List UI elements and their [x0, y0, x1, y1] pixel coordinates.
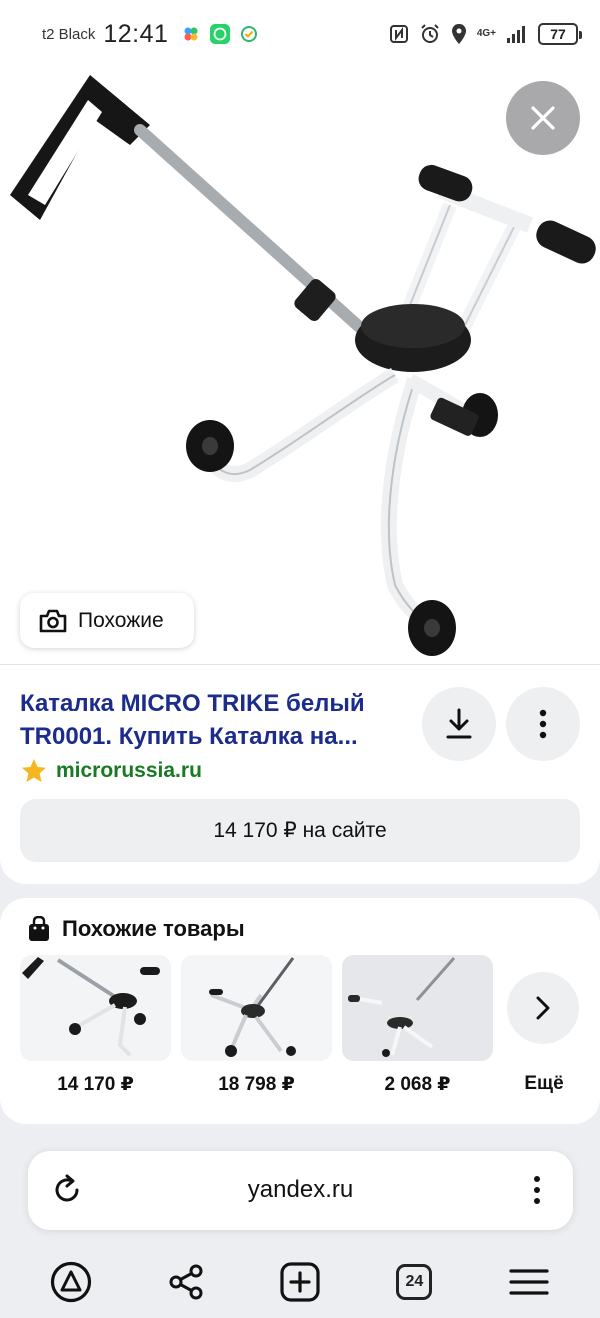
star-icon — [22, 759, 46, 782]
tabs-count: 24 — [396, 1264, 433, 1300]
chevron-right-icon — [536, 996, 550, 1020]
show-more-label[interactable]: Ещё — [505, 1073, 583, 1095]
alarm-icon — [421, 24, 439, 43]
similar-products-section: Похожие товары 14 170 ₽ 18 798 ₽ 2 068 ₽… — [0, 898, 600, 1124]
similar-button-label: Похожие — [78, 608, 164, 632]
url-text[interactable]: yandex.ru — [28, 1176, 573, 1204]
nfc-icon — [389, 25, 408, 43]
similar-product-card-1[interactable] — [20, 955, 171, 1061]
similar-product-price-2: 18 798 ₽ — [218, 1074, 295, 1095]
app-notification-icon — [184, 27, 198, 41]
share-button[interactable] — [151, 1252, 221, 1312]
plus-square-icon — [280, 1262, 320, 1302]
battery-indicator: 77 — [538, 23, 582, 45]
close-button[interactable] — [506, 81, 580, 155]
similar-product-card-2[interactable] — [181, 955, 332, 1061]
browser-bottom-nav: 24 — [0, 1246, 600, 1318]
page-menu-button[interactable] — [525, 1173, 549, 1207]
product-image — [10, 75, 596, 656]
similar-search-button[interactable]: Похожие — [20, 593, 194, 648]
address-bar[interactable]: yandex.ru — [28, 1151, 573, 1230]
network-type: 4G+ — [476, 28, 496, 39]
check-circle-icon — [241, 26, 258, 42]
product-title-link[interactable]: Каталка MICRO TRIKE белый TR0001. Купить… — [20, 687, 410, 753]
product-image-viewer[interactable]: Похожие — [0, 68, 600, 664]
similar-product-price-3: 2 068 ₽ — [384, 1074, 451, 1095]
result-info-card: Каталка MICRO TRIKE белый TR0001. Купить… — [0, 664, 600, 884]
whatsapp-icon — [210, 24, 231, 44]
show-more-button[interactable] — [507, 972, 579, 1044]
alice-assistant-button[interactable] — [36, 1252, 106, 1312]
source-domain: microrussia.ru — [56, 759, 202, 782]
download-button[interactable] — [422, 687, 496, 761]
product-thumbnail — [209, 957, 296, 1057]
shopping-bag-icon — [29, 916, 49, 941]
new-tab-button[interactable] — [265, 1252, 335, 1312]
similar-product-price-1: 14 170 ₽ — [57, 1074, 134, 1095]
status-clock: 12:41 — [103, 19, 169, 48]
hamburger-menu-icon — [509, 1269, 549, 1295]
status-bar: t2 Black 12:41 4G+ 77 — [0, 0, 600, 68]
more-vertical-icon — [534, 1176, 540, 1204]
product-thumbnail — [22, 957, 160, 1057]
similar-product-card-3[interactable] — [342, 955, 493, 1061]
camera-search-icon — [39, 609, 67, 632]
more-options-button[interactable] — [506, 687, 580, 761]
location-icon — [451, 24, 466, 44]
share-icon — [169, 1264, 203, 1300]
carrier-name: t2 Black — [42, 25, 96, 43]
product-thumbnail — [348, 957, 456, 1057]
similar-products-header: Похожие товары — [28, 916, 245, 942]
more-vertical-icon — [539, 709, 547, 739]
main-menu-button[interactable] — [494, 1252, 564, 1312]
signal-icon — [507, 26, 525, 43]
similar-products-title: Похожие товары — [62, 916, 245, 941]
close-icon — [531, 106, 555, 130]
source-link[interactable]: microrussia.ru — [20, 757, 202, 785]
price-on-site-button[interactable]: 14 170 ₽ на сайте — [20, 799, 580, 862]
download-icon — [446, 708, 472, 739]
tabs-button[interactable]: 24 — [379, 1252, 449, 1312]
alice-icon — [51, 1261, 92, 1303]
